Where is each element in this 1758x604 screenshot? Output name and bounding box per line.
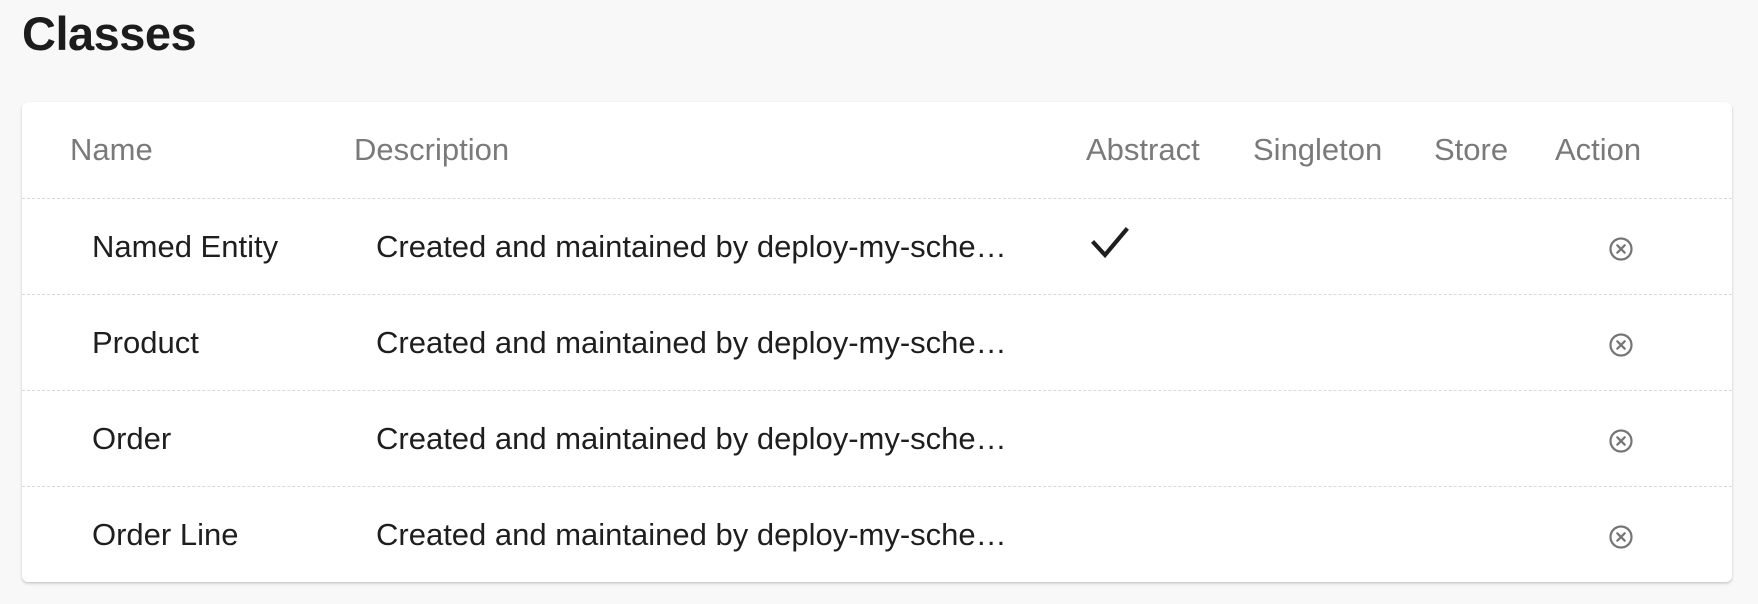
class-description-cell: Created and maintained by deploy-my-sche…	[376, 517, 1007, 552]
table-row[interactable]: Product Created and maintained by deploy…	[22, 295, 1732, 391]
check-icon	[1091, 227, 1129, 259]
table-header: Name Description Abstract Singleton Stor…	[22, 102, 1732, 199]
table-row[interactable]: Order Created and maintained by deploy-m…	[22, 391, 1732, 487]
classes-table: Name Description Abstract Singleton Stor…	[22, 102, 1732, 582]
page-title: Classes	[22, 7, 197, 60]
class-description-cell: Created and maintained by deploy-my-sche…	[376, 229, 1007, 264]
column-header-abstract[interactable]: Abstract	[1086, 102, 1200, 198]
class-name-cell: Order Line	[92, 517, 239, 552]
class-description-cell: Created and maintained by deploy-my-sche…	[376, 421, 1007, 456]
delete-class-button[interactable]	[1604, 328, 1638, 362]
remove-circle-icon	[1609, 237, 1633, 261]
delete-class-button[interactable]	[1604, 232, 1638, 266]
column-header-name[interactable]: Name	[70, 102, 153, 198]
class-name-cell: Named Entity	[92, 229, 279, 264]
table-row[interactable]: Order Line Created and maintained by dep…	[22, 487, 1732, 582]
class-name-cell: Order	[92, 421, 172, 456]
remove-circle-icon	[1609, 525, 1633, 549]
column-header-singleton[interactable]: Singleton	[1253, 102, 1382, 198]
delete-class-button[interactable]	[1604, 520, 1638, 554]
column-header-store[interactable]: Store	[1434, 102, 1508, 198]
column-header-description[interactable]: Description	[354, 102, 509, 198]
class-description-cell: Created and maintained by deploy-my-sche…	[376, 325, 1007, 360]
delete-class-button[interactable]	[1604, 424, 1638, 458]
remove-circle-icon	[1609, 333, 1633, 357]
class-name-cell: Product	[92, 325, 199, 360]
remove-circle-icon	[1609, 429, 1633, 453]
column-header-action: Action	[1555, 132, 1642, 167]
table-row[interactable]: Named Entity Created and maintained by d…	[22, 199, 1732, 295]
